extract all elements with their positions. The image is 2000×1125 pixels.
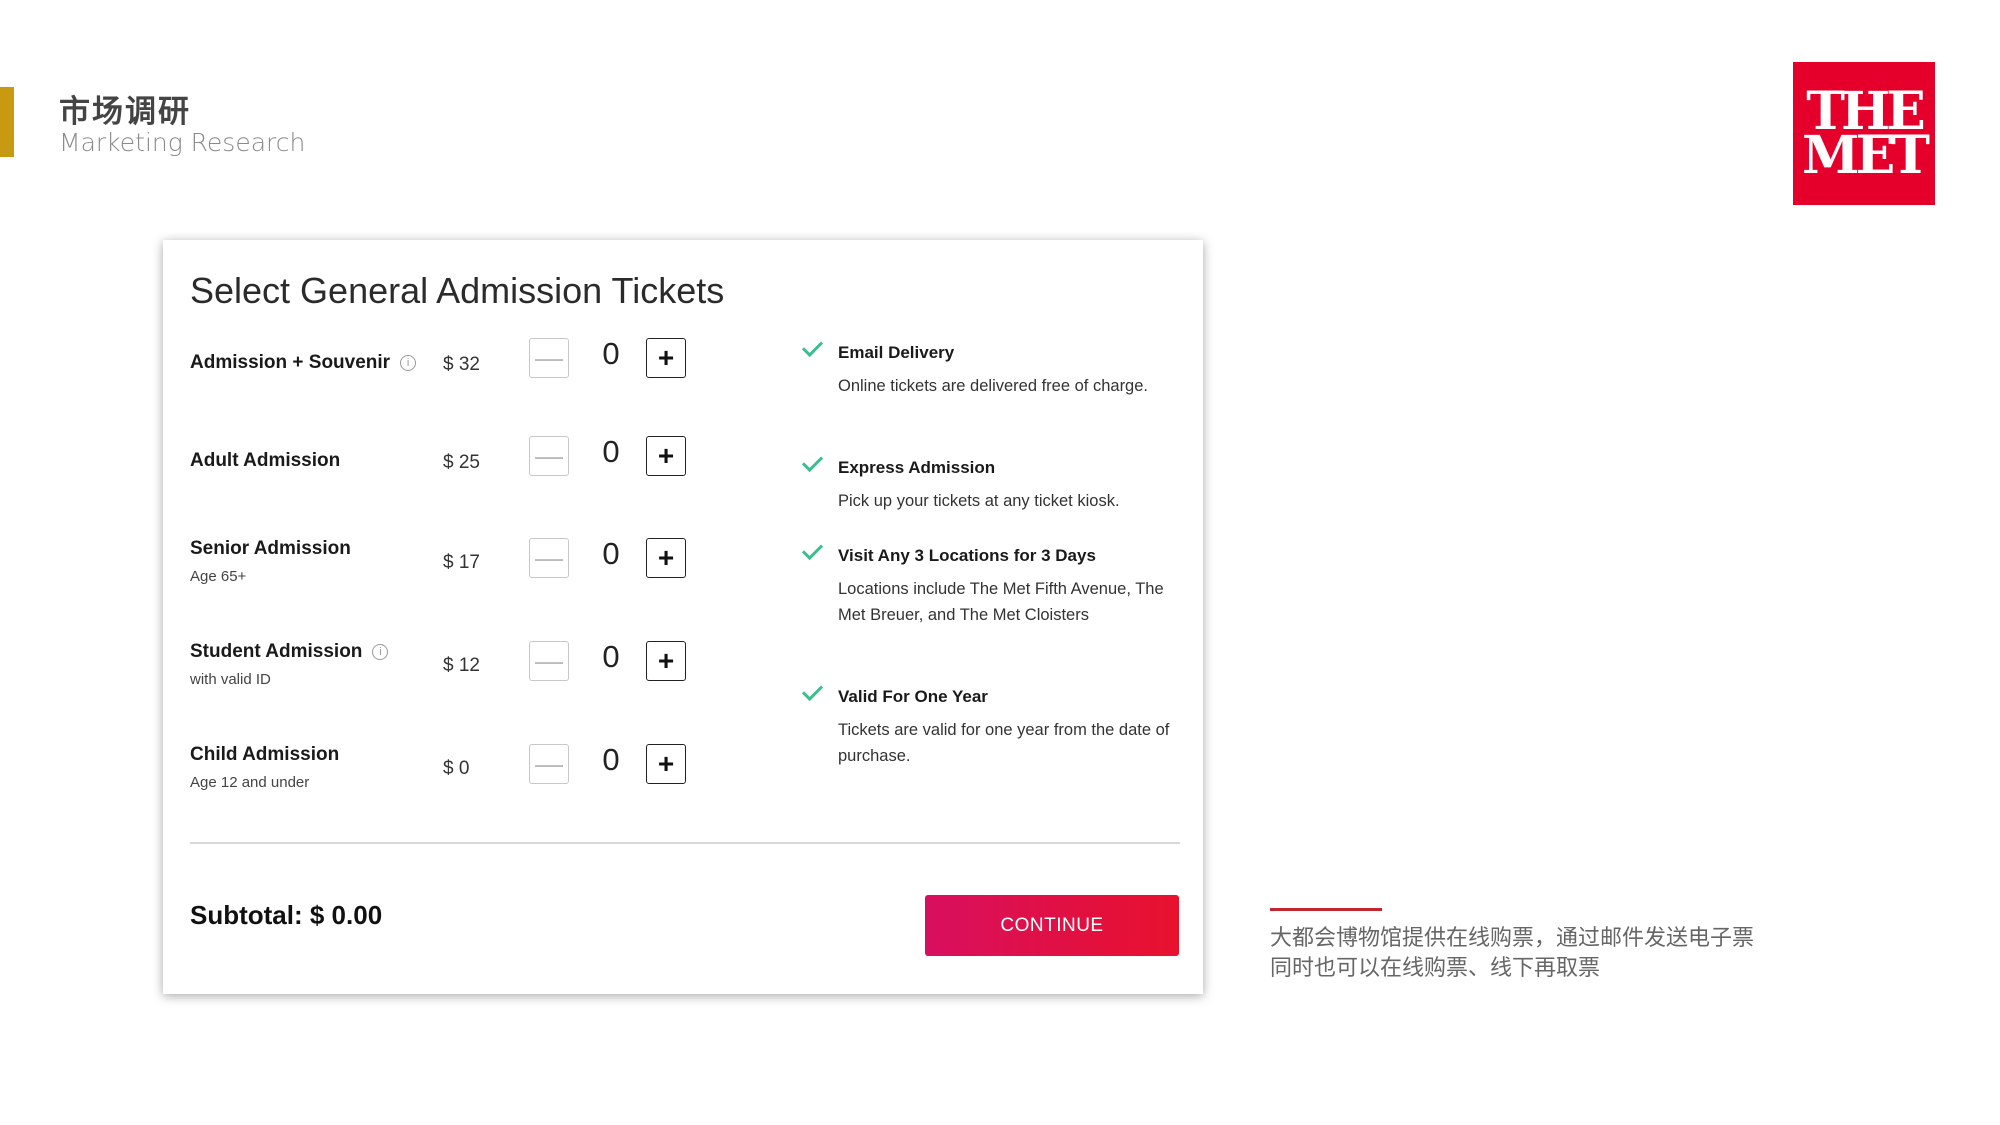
ticket-subtext: Age 12 and under	[190, 774, 310, 791]
increase-button[interactable]: +	[646, 744, 686, 784]
quantity-value: 0	[602, 742, 620, 777]
caption: 大都会博物馆提供在线购票，通过邮件发送电子票 同时也可以在线购票、线下再取票	[1270, 924, 1870, 984]
ticket-name: Student Admission i	[190, 641, 389, 663]
logo-line-2: MET	[1802, 124, 1930, 186]
increase-button[interactable]: +	[646, 436, 686, 476]
decrease-button[interactable]: —	[529, 641, 569, 681]
increase-button[interactable]: +	[646, 538, 686, 578]
ticket-subtext: with valid ID	[190, 671, 271, 688]
feature-email-delivery: Email Delivery Online tickets are delive…	[801, 335, 1183, 399]
feature-title: Valid For One Year	[838, 687, 988, 706]
decrease-button[interactable]: —	[529, 538, 569, 578]
ticket-row-student: Student Admission i with valid ID $ 12 — …	[163, 639, 723, 721]
info-icon[interactable]: i	[372, 644, 389, 660]
continue-button[interactable]: CONTINUE	[925, 895, 1179, 956]
feature-title: Express Admission	[838, 458, 996, 477]
ticket-price: $ 32	[443, 354, 480, 375]
ticket-price: $ 12	[443, 655, 480, 676]
ticket-panel: Select General Admission Tickets Admissi…	[163, 240, 1203, 994]
increase-button[interactable]: +	[646, 641, 686, 681]
check-icon	[801, 538, 824, 561]
check-icon	[801, 450, 824, 473]
divider	[190, 842, 1180, 844]
slide-title: 市场调研	[59, 94, 191, 130]
feature-description: Pick up your tickets at any ticket kiosk…	[838, 492, 1120, 510]
feature-valid-one-year: Valid For One Year Tickets are valid for…	[801, 679, 1183, 769]
ticket-row-senior: Senior Admission Age 65+ $ 17 — 0 +	[163, 536, 723, 618]
subtotal: Subtotal: $ 0.00	[190, 900, 383, 930]
ticket-name: Child Admission	[190, 744, 340, 765]
ticket-price: $ 25	[443, 452, 480, 473]
ticket-row-child: Child Admission Age 12 and under $ 0 — 0…	[163, 742, 723, 824]
ticket-name: Senior Admission	[190, 538, 351, 559]
ticket-subtext: Age 65+	[190, 568, 247, 585]
feature-visit-locations: Visit Any 3 Locations for 3 Days Locatio…	[801, 538, 1183, 628]
slide-subtitle: Marketing Research	[59, 128, 306, 157]
feature-title: Email Delivery	[838, 343, 955, 362]
accent-bar	[0, 87, 14, 157]
decrease-button[interactable]: —	[529, 436, 569, 476]
ticket-price: $ 0	[443, 758, 470, 779]
caption-line-1: 大都会博物馆提供在线购票，通过邮件发送电子票	[1270, 926, 1755, 951]
quantity-value: 0	[602, 639, 620, 674]
decrease-button[interactable]: —	[529, 338, 569, 378]
panel-title: Select General Admission Tickets	[190, 270, 725, 311]
increase-button[interactable]: +	[646, 338, 686, 378]
quantity-value: 0	[602, 336, 620, 371]
ticket-name: Admission + Souvenir i	[190, 352, 417, 374]
ticket-row-adult: Adult Admission $ 25 — 0 +	[163, 434, 723, 530]
caption-line-2: 同时也可以在线购票、线下再取票	[1270, 956, 1601, 981]
quantity-value: 0	[602, 536, 620, 571]
ticket-name: Adult Admission	[190, 450, 341, 471]
met-logo: THE MET	[1793, 62, 1935, 205]
check-icon	[801, 679, 824, 702]
ticket-price: $ 17	[443, 552, 480, 573]
feature-description: Online tickets are delivered free of cha…	[838, 377, 1148, 395]
quantity-value: 0	[602, 434, 620, 469]
decrease-button[interactable]: —	[529, 744, 569, 784]
feature-description: Locations include The Met Fifth Avenue, …	[838, 580, 1164, 624]
info-icon[interactable]: i	[400, 355, 417, 371]
caption-accent-line	[1270, 908, 1382, 911]
check-icon	[801, 335, 824, 358]
feature-title: Visit Any 3 Locations for 3 Days	[838, 546, 1096, 565]
feature-express-admission: Express Admission Pick up your tickets a…	[801, 450, 1183, 514]
ticket-row-admission-souvenir: Admission + Souvenir i $ 32 — 0 +	[163, 336, 723, 432]
feature-description: Tickets are valid for one year from the …	[838, 721, 1170, 765]
